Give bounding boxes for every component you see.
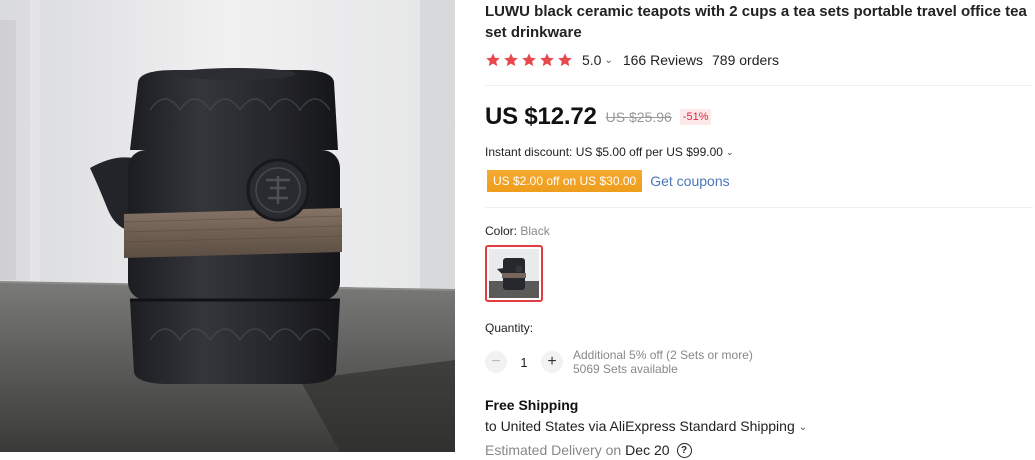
quantity-value[interactable]: 1: [507, 355, 541, 370]
estimated-delivery: Estimated Delivery on Dec 20 ?: [485, 442, 692, 458]
shipping-method[interactable]: to United States via AliExpress Standard…: [485, 418, 807, 434]
orders-count: 789 orders: [712, 52, 779, 68]
chevron-down-icon[interactable]: ⌄: [726, 147, 734, 158]
quantity-stepper: − 1 + Additional 5% off (2 Sets or more)…: [485, 348, 753, 376]
product-image[interactable]: [0, 0, 455, 452]
teapot-photo: [0, 0, 455, 452]
color-label: Color: Black: [485, 224, 550, 238]
divider: [485, 207, 1033, 208]
price-row: US $12.72 US $25.96 -51%: [485, 101, 712, 133]
coupon-badge[interactable]: US $2.00 off on US $30.00: [487, 170, 643, 192]
bulk-discount-note: Additional 5% off (2 Sets or more): [573, 348, 753, 362]
color-label-text: Color:: [485, 224, 518, 238]
chevron-down-icon[interactable]: ⌄: [799, 422, 807, 433]
help-icon[interactable]: ?: [676, 442, 692, 458]
quantity-note: Additional 5% off (2 Sets or more) 5069 …: [573, 348, 753, 376]
instant-discount[interactable]: Instant discount: US $5.00 off per US $9…: [485, 145, 733, 159]
rating-row[interactable]: 5.0 ⌄ 166 Reviews 789 orders: [485, 50, 779, 70]
rating-score[interactable]: 5.0: [582, 52, 601, 68]
divider: [485, 85, 1033, 86]
quantity-label: Quantity:: [485, 321, 534, 335]
star-icon: [522, 53, 536, 67]
chevron-down-icon[interactable]: ⌄: [604, 55, 612, 66]
original-price: US $25.96: [605, 109, 672, 125]
star-rating: [485, 52, 575, 68]
swatch-thumbnail: [489, 249, 539, 298]
star-icon: [504, 53, 518, 67]
stock-available: 5069 Sets available: [573, 362, 678, 376]
coupon-row: US $2.00 off on US $30.00 Get coupons: [485, 170, 730, 192]
current-price: US $12.72: [485, 103, 597, 130]
color-value: Black: [520, 224, 550, 238]
shipping-method-text[interactable]: to United States via AliExpress Standard…: [485, 418, 795, 434]
delivery-date: Dec 20: [625, 442, 670, 458]
instant-discount-text[interactable]: Instant discount: US $5.00 off per US $9…: [485, 145, 723, 159]
color-swatch-black[interactable]: [485, 245, 543, 302]
product-title: LUWU black ceramic teapots with 2 cups a…: [485, 3, 1027, 41]
reviews-link[interactable]: 166 Reviews: [623, 52, 703, 68]
star-icon: [486, 53, 500, 67]
product-info: LUWU black ceramic teapots with 2 cups a…: [485, 0, 1035, 460]
discount-badge: -51%: [679, 109, 712, 125]
delivery-label: Estimated Delivery on: [485, 442, 622, 458]
get-coupons-link[interactable]: Get coupons: [650, 173, 729, 189]
star-icon: [558, 53, 572, 67]
minus-icon[interactable]: −: [485, 351, 507, 373]
star-icon: [540, 53, 554, 67]
shipping-title: Free Shipping: [485, 397, 579, 413]
plus-icon[interactable]: +: [541, 351, 563, 373]
